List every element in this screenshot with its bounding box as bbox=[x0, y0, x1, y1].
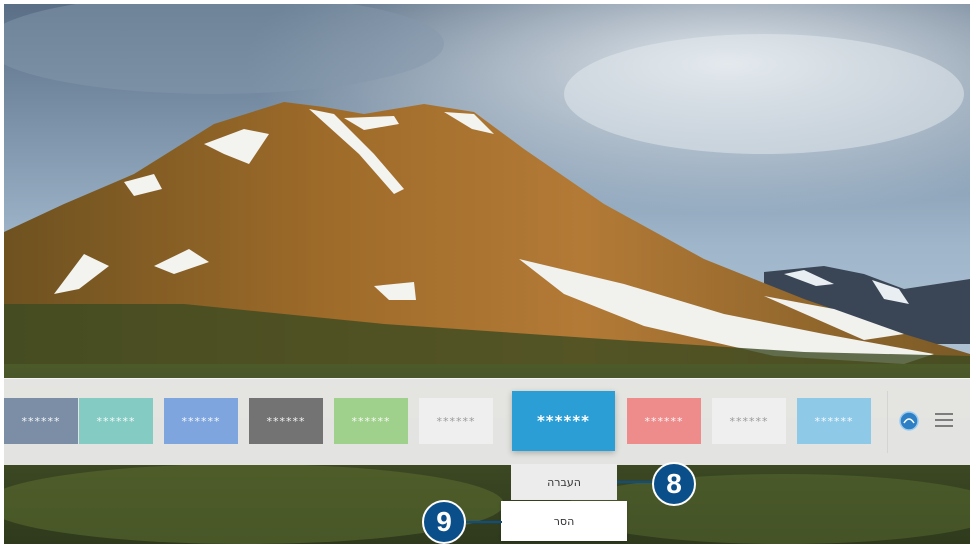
app-bar: ****** ****** ****** ****** ****** *****… bbox=[4, 378, 970, 465]
tv-screen: ****** ****** ****** ****** ****** *****… bbox=[4, 4, 970, 544]
move-button[interactable]: העברה bbox=[511, 464, 617, 500]
remove-button[interactable]: הסר bbox=[501, 501, 627, 541]
callout-badge-8: 8 bbox=[652, 462, 696, 506]
callout-line-9 bbox=[464, 521, 502, 523]
app-tile-focused[interactable]: ****** bbox=[512, 391, 615, 451]
app-tile-4[interactable]: ****** bbox=[249, 398, 323, 444]
app-tile-3[interactable]: ****** bbox=[164, 398, 238, 444]
menu-icon[interactable] bbox=[935, 413, 955, 429]
callout-badge-9: 9 bbox=[422, 500, 466, 544]
source-icon[interactable] bbox=[899, 411, 919, 431]
app-tile-2[interactable]: ****** bbox=[79, 398, 153, 444]
app-tile-10[interactable]: ****** bbox=[797, 398, 871, 444]
app-tile-9[interactable]: ****** bbox=[712, 398, 786, 444]
app-bar-divider bbox=[887, 391, 888, 453]
app-tile-1[interactable]: ****** bbox=[4, 398, 78, 444]
app-tile-8[interactable]: ****** bbox=[627, 398, 701, 444]
app-tile-5[interactable]: ****** bbox=[334, 398, 408, 444]
app-tile-6[interactable]: ****** bbox=[419, 398, 493, 444]
callout-line-8 bbox=[617, 481, 653, 483]
